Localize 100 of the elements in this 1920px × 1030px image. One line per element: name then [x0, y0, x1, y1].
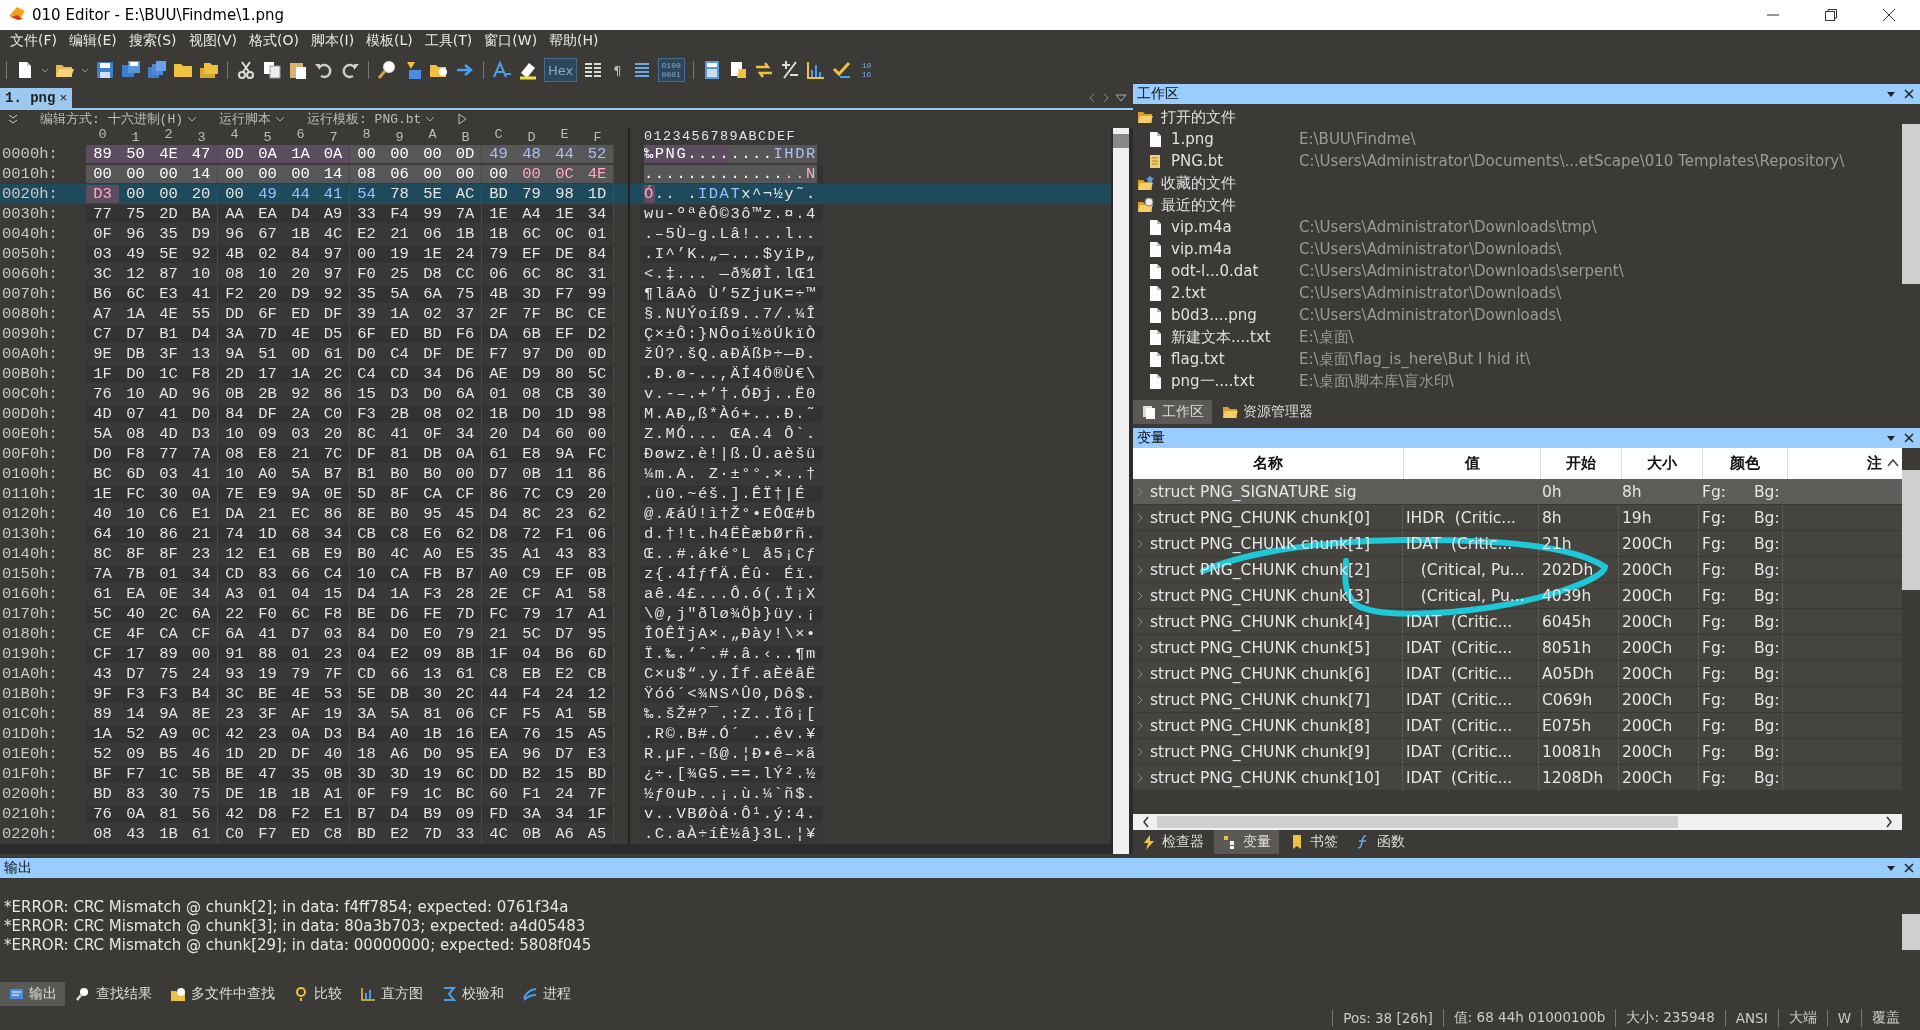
hex-byte[interactable]: 97 — [317, 245, 350, 263]
hex-byte[interactable]: D5 — [317, 325, 350, 343]
hex-byte[interactable]: 06 — [581, 525, 614, 543]
chevron-right-icon[interactable] — [1884, 815, 1894, 829]
hex-byte[interactable]: 00 — [416, 145, 449, 163]
hex-byte[interactable]: 00 — [218, 165, 251, 183]
hex-byte[interactable]: DB — [383, 685, 416, 703]
hex-byte[interactable]: 20 — [581, 485, 614, 503]
hex-byte[interactable]: 77 — [86, 205, 119, 223]
table-row[interactable]: struct PNG_CHUNK chunk[8] IDAT (Critic... E075h 200Ch Fg: Bg: — [1133, 713, 1902, 739]
hex-byte[interactable]: 1B — [482, 405, 515, 423]
hex-byte[interactable]: 00 — [284, 165, 317, 183]
font-icon[interactable] — [492, 60, 512, 80]
hex-byte[interactable]: 6C — [119, 285, 152, 303]
hex-byte[interactable]: 22 — [218, 605, 251, 623]
hex-byte[interactable]: BE — [350, 605, 383, 623]
panel-tab[interactable]: 直方图 — [352, 982, 431, 1006]
hex-byte[interactable]: EF — [548, 325, 581, 343]
close-button[interactable]: × — [59, 90, 68, 106]
hex-byte[interactable]: BD — [581, 765, 614, 783]
hex-byte[interactable]: D3 — [86, 185, 119, 203]
hex-byte[interactable]: 47 — [185, 145, 218, 163]
hex-byte[interactable]: 5E — [152, 245, 185, 263]
swap-arrows-icon[interactable] — [753, 60, 774, 80]
hex-byte[interactable]: DF — [350, 445, 383, 463]
hex-byte[interactable]: DA — [482, 325, 515, 343]
hex-byte[interactable]: 0A — [251, 145, 284, 163]
hex-byte[interactable]: D8 — [251, 805, 284, 823]
hex-byte[interactable]: 3A — [218, 325, 251, 343]
hex-byte[interactable]: 86 — [152, 525, 185, 543]
hex-byte[interactable]: 6A — [185, 605, 218, 623]
panel-tab[interactable]: 进程 — [514, 982, 579, 1006]
hex-byte[interactable]: B6 — [86, 285, 119, 303]
hex-byte[interactable]: DB — [416, 445, 449, 463]
hex-byte[interactable]: 3D — [383, 765, 416, 783]
hex-byte[interactable]: 89 — [152, 645, 185, 663]
hex-byte[interactable]: FB — [416, 565, 449, 583]
hex-byte[interactable]: 34 — [317, 525, 350, 543]
hex-byte[interactable]: D9 — [284, 285, 317, 303]
hex-byte[interactable]: 77 — [152, 445, 185, 463]
hex-byte[interactable]: 2C — [152, 605, 185, 623]
hex-byte[interactable]: 1F — [86, 365, 119, 383]
hex-byte[interactable]: 7A — [185, 445, 218, 463]
hex-byte[interactable]: A5 — [581, 725, 614, 743]
play-icon[interactable] — [457, 113, 468, 125]
hex-byte[interactable]: D4 — [185, 325, 218, 343]
hex-byte[interactable]: E6 — [416, 525, 449, 543]
close-icon[interactable] — [1904, 433, 1914, 443]
hex-byte[interactable]: 81 — [152, 805, 185, 823]
hex-byte[interactable]: 7B — [119, 565, 152, 583]
hex-byte[interactable]: 79 — [515, 605, 548, 623]
hex-byte[interactable]: 14 — [185, 165, 218, 183]
dropdown-icon[interactable] — [1115, 92, 1127, 104]
hex-byte[interactable]: 24 — [449, 245, 482, 263]
hex-byte[interactable]: 17 — [548, 605, 581, 623]
hex-byte[interactable]: 6B — [515, 325, 548, 343]
hex-byte[interactable]: BA — [185, 205, 218, 223]
hex-byte[interactable]: 7C — [317, 445, 350, 463]
table-row[interactable]: struct PNG_CHUNK chunk[5] IDAT (Critic... 8051h 200Ch Fg: Bg: — [1133, 635, 1902, 661]
hex-byte[interactable]: 74 — [218, 525, 251, 543]
hex-byte[interactable]: B2 — [515, 765, 548, 783]
columns-icon[interactable] — [583, 60, 604, 80]
hex-byte[interactable]: 23 — [251, 725, 284, 743]
hex-byte[interactable]: FC — [482, 605, 515, 623]
hex-byte[interactable]: 1A — [86, 725, 119, 743]
hex-byte[interactable]: 30 — [416, 685, 449, 703]
hex-byte[interactable]: B7 — [449, 565, 482, 583]
hex-byte[interactable]: F2 — [284, 805, 317, 823]
hex-byte[interactable]: 91 — [218, 645, 251, 663]
hex-byte[interactable]: CA — [383, 565, 416, 583]
hex-byte[interactable]: BE — [218, 765, 251, 783]
hex-byte[interactable]: 61 — [482, 445, 515, 463]
hex-byte[interactable]: 24 — [548, 685, 581, 703]
tree-item[interactable]: vip.m4a C:\Users\Administrator\Downloads\tmp\ — [1133, 216, 1902, 238]
hex-byte[interactable]: 03 — [86, 245, 119, 263]
hex-byte[interactable]: EA — [482, 725, 515, 743]
hex-byte[interactable]: F3 — [152, 685, 185, 703]
hex-byte[interactable]: 07 — [119, 405, 152, 423]
hex-byte[interactable]: 3A — [515, 805, 548, 823]
hex-byte[interactable]: 09 — [416, 645, 449, 663]
hex-byte[interactable]: B9 — [416, 805, 449, 823]
search-icon[interactable] — [377, 60, 397, 80]
hex-byte[interactable]: 04 — [350, 645, 383, 663]
hex-byte[interactable]: 6A — [416, 285, 449, 303]
hex-byte[interactable]: ED — [383, 325, 416, 343]
tree-item[interactable]: 最近的文件 — [1133, 194, 1902, 216]
hex-byte[interactable]: 00 — [482, 165, 515, 183]
tree-item[interactable]: 1.png E:\BUU\Findme\ — [1133, 128, 1902, 150]
save-icon[interactable] — [95, 60, 115, 80]
hex-byte[interactable]: 19 — [416, 765, 449, 783]
hex-byte[interactable]: E9 — [251, 485, 284, 503]
hex-byte[interactable]: 0A — [284, 725, 317, 743]
hex-byte[interactable]: 44 — [548, 145, 581, 163]
hex-byte[interactable]: D8 — [482, 525, 515, 543]
hex-byte[interactable]: 10 — [119, 525, 152, 543]
hex-byte[interactable]: F8 — [185, 365, 218, 383]
hex-byte[interactable]: 2D — [152, 205, 185, 223]
dropdown-icon[interactable] — [1886, 433, 1896, 443]
hex-byte[interactable]: 75 — [119, 205, 152, 223]
toolbar-button[interactable]: ¶ — [609, 58, 626, 82]
